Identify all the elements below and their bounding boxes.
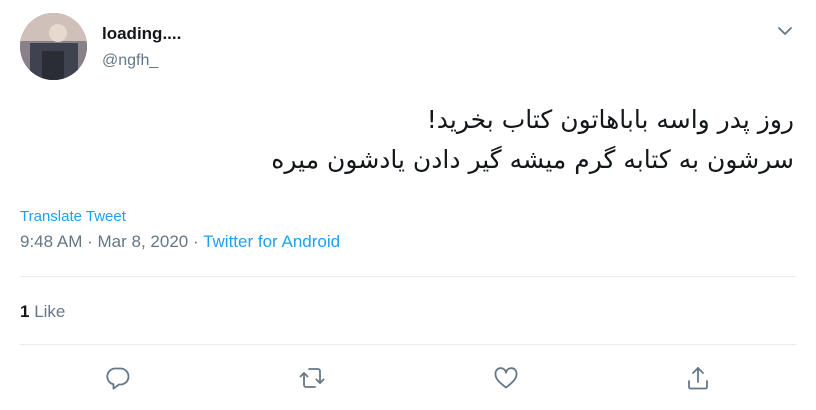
chevron-down-icon[interactable] <box>776 22 794 40</box>
tweet-meta: 9:48 AM · Mar 8, 2020 · Twitter for Andr… <box>20 232 340 252</box>
likes-label: Like <box>34 302 66 321</box>
tweet-source-link[interactable]: Twitter for Android <box>203 232 340 251</box>
likes-stat[interactable]: 1 Like <box>20 302 65 322</box>
tweet-text-line: روز پدر واسه باباهاتون کتاب بخرید! <box>426 105 794 134</box>
user-handle[interactable]: @ngfh_ <box>102 52 158 70</box>
meta-separator: · <box>192 232 199 251</box>
like-icon[interactable] <box>492 364 520 392</box>
tweet-text-line: سرشون به کتابه گرم میشه گیر دادن یادشون … <box>271 145 794 174</box>
translate-tweet-link[interactable]: Translate Tweet <box>20 208 126 225</box>
divider <box>20 344 796 345</box>
tweet-time[interactable]: 9:48 AM <box>20 232 82 251</box>
meta-separator: · <box>87 232 93 251</box>
likes-count: 1 <box>20 302 30 321</box>
tweet-date[interactable]: Mar 8, 2020 <box>98 232 189 251</box>
divider <box>20 276 796 277</box>
share-icon[interactable] <box>684 364 712 392</box>
retweet-icon[interactable] <box>298 364 326 392</box>
display-name[interactable]: loading.... <box>102 24 181 44</box>
reply-icon[interactable] <box>104 364 132 392</box>
tweet-text: روز پدر واسه باباهاتون کتاب بخرید! سرشون… <box>94 100 794 180</box>
avatar[interactable] <box>20 13 87 80</box>
avatar-photo <box>20 13 87 80</box>
